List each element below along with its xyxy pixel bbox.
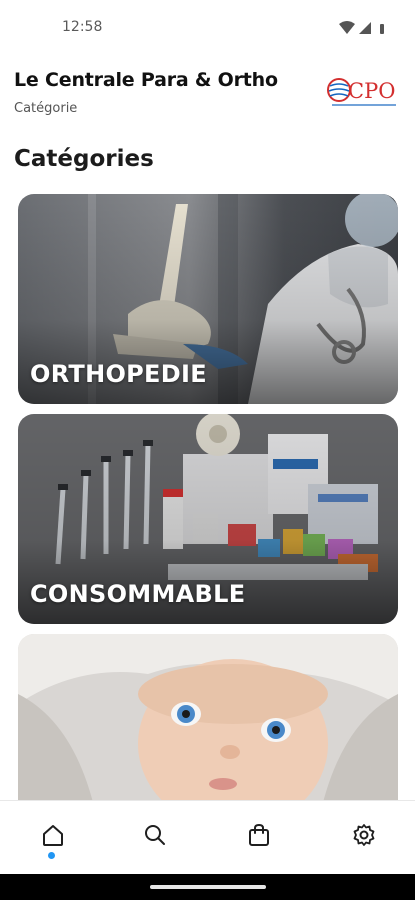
- app-title: Le Centrale Para & Ortho: [14, 69, 278, 91]
- battery-icon: [380, 24, 384, 34]
- status-bar: 12:58: [0, 0, 415, 56]
- home-gesture-bar[interactable]: [150, 885, 266, 889]
- category-label: CONSOMMABLE: [30, 580, 246, 608]
- nav-cart[interactable]: [243, 819, 275, 851]
- section-title: Catégories: [14, 146, 154, 172]
- baby-image: [18, 634, 398, 824]
- search-icon: [145, 825, 165, 845]
- brand-logo: CPO: [327, 78, 396, 106]
- category-card-baby[interactable]: [18, 634, 398, 824]
- signal-icon: [359, 22, 371, 34]
- system-gesture-area: [0, 874, 415, 900]
- home-icon: [43, 825, 63, 846]
- app-header: Le Centrale Para & Ortho Catégorie CPO: [14, 66, 404, 126]
- nav-settings[interactable]: [348, 819, 380, 851]
- shopping-bag-icon: [249, 823, 269, 846]
- status-icons: [339, 21, 384, 34]
- status-time: 12:58: [62, 19, 103, 35]
- wifi-icon: [339, 21, 355, 34]
- bottom-navigation: [0, 800, 415, 875]
- category-card-orthopedie[interactable]: ORTHOPEDIE: [18, 194, 398, 404]
- category-label: ORTHOPEDIE: [30, 360, 207, 388]
- active-indicator: [48, 852, 55, 859]
- svg-text:CPO: CPO: [348, 79, 395, 103]
- nav-search[interactable]: [139, 819, 171, 851]
- category-card-consommable[interactable]: CONSOMMABLE: [18, 414, 398, 624]
- settings-icon: [353, 824, 375, 846]
- nav-home[interactable]: [37, 819, 69, 851]
- app-subtitle: Catégorie: [14, 101, 78, 116]
